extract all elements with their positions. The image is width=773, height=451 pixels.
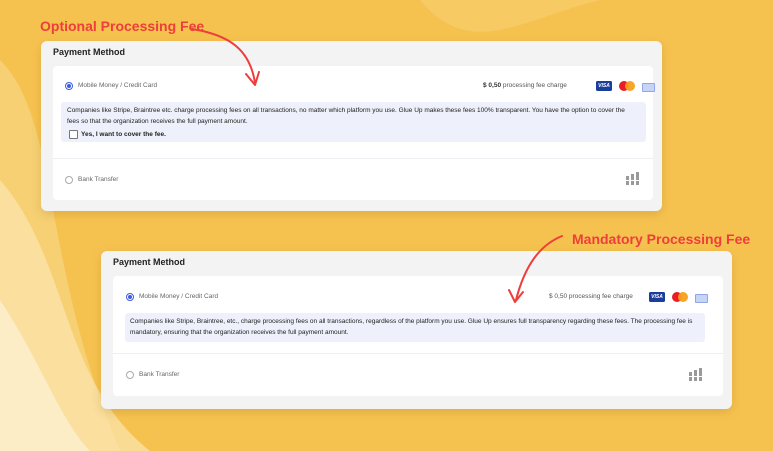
- optional-payment-card: Payment Method Mobile Money / Credit Car…: [41, 41, 662, 211]
- mobile-money-radio[interactable]: [126, 293, 134, 301]
- optional-fee-annotation: Optional Processing Fee: [40, 18, 205, 34]
- page-title: Payment Method: [113, 257, 186, 267]
- mandatory-fee-annotation: Mandatory Processing Fee: [572, 231, 751, 247]
- mobile-money-label: Mobile Money / Credit Card: [139, 293, 219, 300]
- visa-icon: VISA: [649, 292, 665, 302]
- amex-icon: [695, 294, 708, 303]
- fee-amount: $ 0,50: [483, 82, 502, 89]
- fee-text: processing fee charge: [502, 82, 567, 89]
- bank-transfer-option[interactable]: Bank Transfer: [53, 159, 653, 200]
- bank-transfer-label: Bank Transfer: [139, 371, 180, 378]
- page-title: Payment Method: [53, 47, 126, 57]
- mastercard-icon: [619, 81, 637, 91]
- fee-info-text: Companies like Stripe, Braintree, etc., …: [130, 318, 693, 336]
- bank-icon: [689, 368, 702, 381]
- bank-transfer-label: Bank Transfer: [78, 176, 119, 183]
- fee-info-box: Companies like Stripe, Braintree etc. ch…: [61, 102, 646, 142]
- bank-transfer-radio[interactable]: [65, 176, 73, 184]
- cover-fee-label: Yes, I want to cover the fee.: [81, 131, 166, 138]
- fee-charge: $ 0,50 processing fee charge: [483, 82, 567, 89]
- mobile-money-option[interactable]: Mobile Money / Credit Card $ 0,50 proces…: [53, 66, 655, 158]
- mobile-money-option[interactable]: Mobile Money / Credit Card $ 0,50 proces…: [113, 276, 723, 353]
- fee-info-text: Companies like Stripe, Braintree etc. ch…: [67, 107, 625, 125]
- amex-icon: [642, 83, 655, 92]
- mandatory-payment-card: Payment Method Mobile Money / Credit Car…: [101, 251, 732, 409]
- bank-icon: [626, 172, 639, 185]
- visa-icon: VISA: [596, 81, 612, 91]
- payment-options: Mobile Money / Credit Card $ 0,50 proces…: [53, 66, 655, 200]
- mobile-money-label: Mobile Money / Credit Card: [78, 82, 158, 89]
- cover-fee-checkbox[interactable]: [69, 130, 78, 139]
- bank-transfer-radio[interactable]: [126, 371, 134, 379]
- fee-charge: $ 0,50 processing fee charge: [549, 293, 633, 300]
- payment-options: Mobile Money / Credit Card $ 0,50 proces…: [113, 276, 723, 396]
- bank-transfer-option[interactable]: Bank Transfer: [113, 354, 723, 396]
- mastercard-icon: [672, 292, 690, 302]
- fee-info-box: Companies like Stripe, Braintree, etc., …: [125, 313, 705, 342]
- mobile-money-radio[interactable]: [65, 82, 73, 90]
